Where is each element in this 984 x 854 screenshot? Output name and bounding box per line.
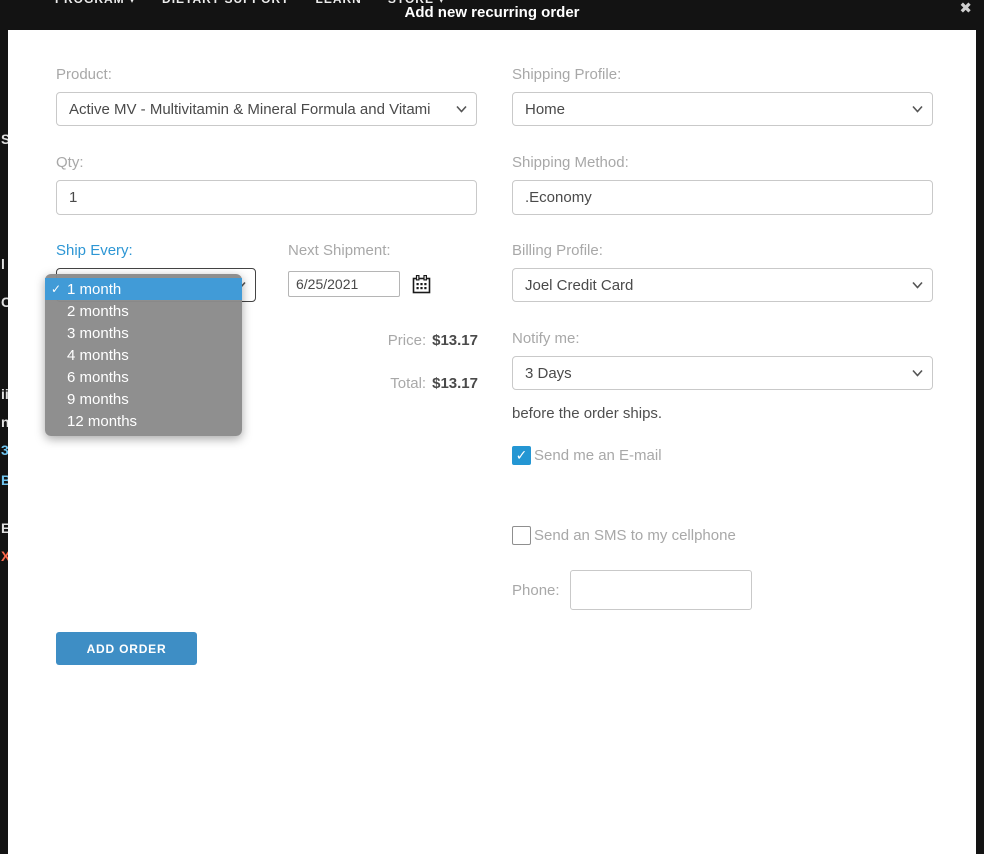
ship-every-option-label: 6 months (67, 369, 129, 386)
product-field: Product: Active MV - Multivitamin & Mine… (56, 66, 477, 126)
phone-input[interactable] (570, 570, 752, 610)
chevron-down-icon (456, 106, 467, 113)
chevron-down-icon (912, 370, 923, 377)
product-select[interactable]: Active MV - Multivitamin & Mineral Formu… (56, 92, 477, 126)
shipping-profile-select-value: Home (525, 101, 565, 118)
billing-profile-select[interactable]: Joel Credit Card (512, 268, 933, 302)
notify-me-select[interactable]: 3 Days (512, 356, 933, 390)
modal-title: Add new recurring order (0, 4, 984, 21)
add-recurring-order-modal: Product: Active MV - Multivitamin & Mine… (8, 30, 976, 854)
notify-me-select-value: 3 Days (525, 365, 572, 382)
background-text-fragment: C (1, 294, 8, 310)
sms-checkbox[interactable] (512, 526, 531, 545)
background-text-fragment: X (1, 548, 8, 564)
next-shipment-field: Next Shipment: (288, 242, 478, 297)
ship-every-option-label: 1 month (67, 281, 121, 298)
notify-me-field: Notify me: 3 Days (512, 330, 933, 390)
notify-me-label: Notify me: (512, 330, 933, 347)
ship-every-option-label: 4 months (67, 347, 129, 364)
ship-every-option[interactable]: 9 months (45, 388, 242, 410)
before-ships-text: before the order ships. (512, 405, 662, 422)
price-label: Price: (388, 332, 426, 349)
shipping-profile-select[interactable]: Home (512, 92, 933, 126)
chevron-down-icon (912, 282, 923, 289)
shipping-method-input[interactable] (512, 180, 933, 215)
price-row: Price: $13.17 (288, 332, 478, 349)
phone-field: Phone: (512, 570, 752, 610)
sms-checkbox-label: Send an SMS to my cellphone (534, 527, 736, 544)
sms-checkbox-row: Send an SMS to my cellphone (512, 526, 736, 545)
price-value: $13.17 (432, 332, 478, 349)
ship-every-option[interactable]: 12 months (45, 410, 242, 432)
ship-every-option-label: 9 months (67, 391, 129, 408)
ship-every-option-label: 2 months (67, 303, 129, 320)
ship-every-option[interactable]: 2 months (45, 300, 242, 322)
background-text-fragment: l (1, 256, 5, 272)
phone-label: Phone: (512, 582, 560, 599)
ship-every-option-label: 3 months (67, 325, 129, 342)
close-icon[interactable]: ✖ (959, 0, 972, 17)
shipping-method-label: Shipping Method: (512, 154, 933, 171)
email-checkbox-row: ✓ Send me an E-mail (512, 446, 662, 465)
background-text-fragment: ii (1, 386, 8, 402)
ship-every-option[interactable]: ✓1 month (45, 278, 242, 300)
check-icon: ✓ (45, 282, 67, 296)
background-text-fragment: S (1, 131, 8, 147)
add-order-button[interactable]: ADD ORDER (56, 632, 197, 665)
ship-every-option-label: 12 months (67, 413, 137, 430)
background-text-fragment: E (1, 520, 8, 536)
shipping-profile-field: Shipping Profile: Home (512, 66, 933, 126)
total-row: Total: $13.17 (288, 375, 478, 392)
total-value: $13.17 (432, 375, 478, 392)
billing-profile-field: Billing Profile: Joel Credit Card (512, 242, 933, 302)
email-checkbox-label: Send me an E-mail (534, 447, 662, 464)
shipping-profile-label: Shipping Profile: (512, 66, 933, 83)
chevron-down-icon (912, 106, 923, 113)
background-text-fragment: n (1, 414, 8, 430)
next-shipment-date-input[interactable] (288, 271, 400, 297)
billing-profile-label: Billing Profile: (512, 242, 933, 259)
product-select-value: Active MV - Multivitamin & Mineral Formu… (69, 101, 431, 118)
left-edge-fragments: Sl Cii n 3 B EX (0, 0, 8, 854)
background-text-fragment: B (1, 472, 8, 488)
qty-field: Qty: (56, 154, 477, 215)
calendar-icon[interactable] (412, 275, 431, 294)
background-text-fragment: 3 (1, 442, 8, 458)
qty-label: Qty: (56, 154, 477, 171)
ship-every-option[interactable]: 3 months (45, 322, 242, 344)
ship-every-menu: ✓1 month 2 months 3 months 4 months 6 months… (45, 274, 242, 436)
shipping-method-field: Shipping Method: (512, 154, 933, 215)
qty-input[interactable] (56, 180, 477, 215)
product-label: Product: (56, 66, 477, 83)
billing-profile-select-value: Joel Credit Card (525, 277, 633, 294)
total-label: Total: (390, 375, 426, 392)
ship-every-label: Ship Every: (56, 242, 256, 259)
next-shipment-label: Next Shipment: (288, 242, 478, 259)
ship-every-option[interactable]: 4 months (45, 344, 242, 366)
email-checkbox[interactable]: ✓ (512, 446, 531, 465)
ship-every-option[interactable]: 6 months (45, 366, 242, 388)
